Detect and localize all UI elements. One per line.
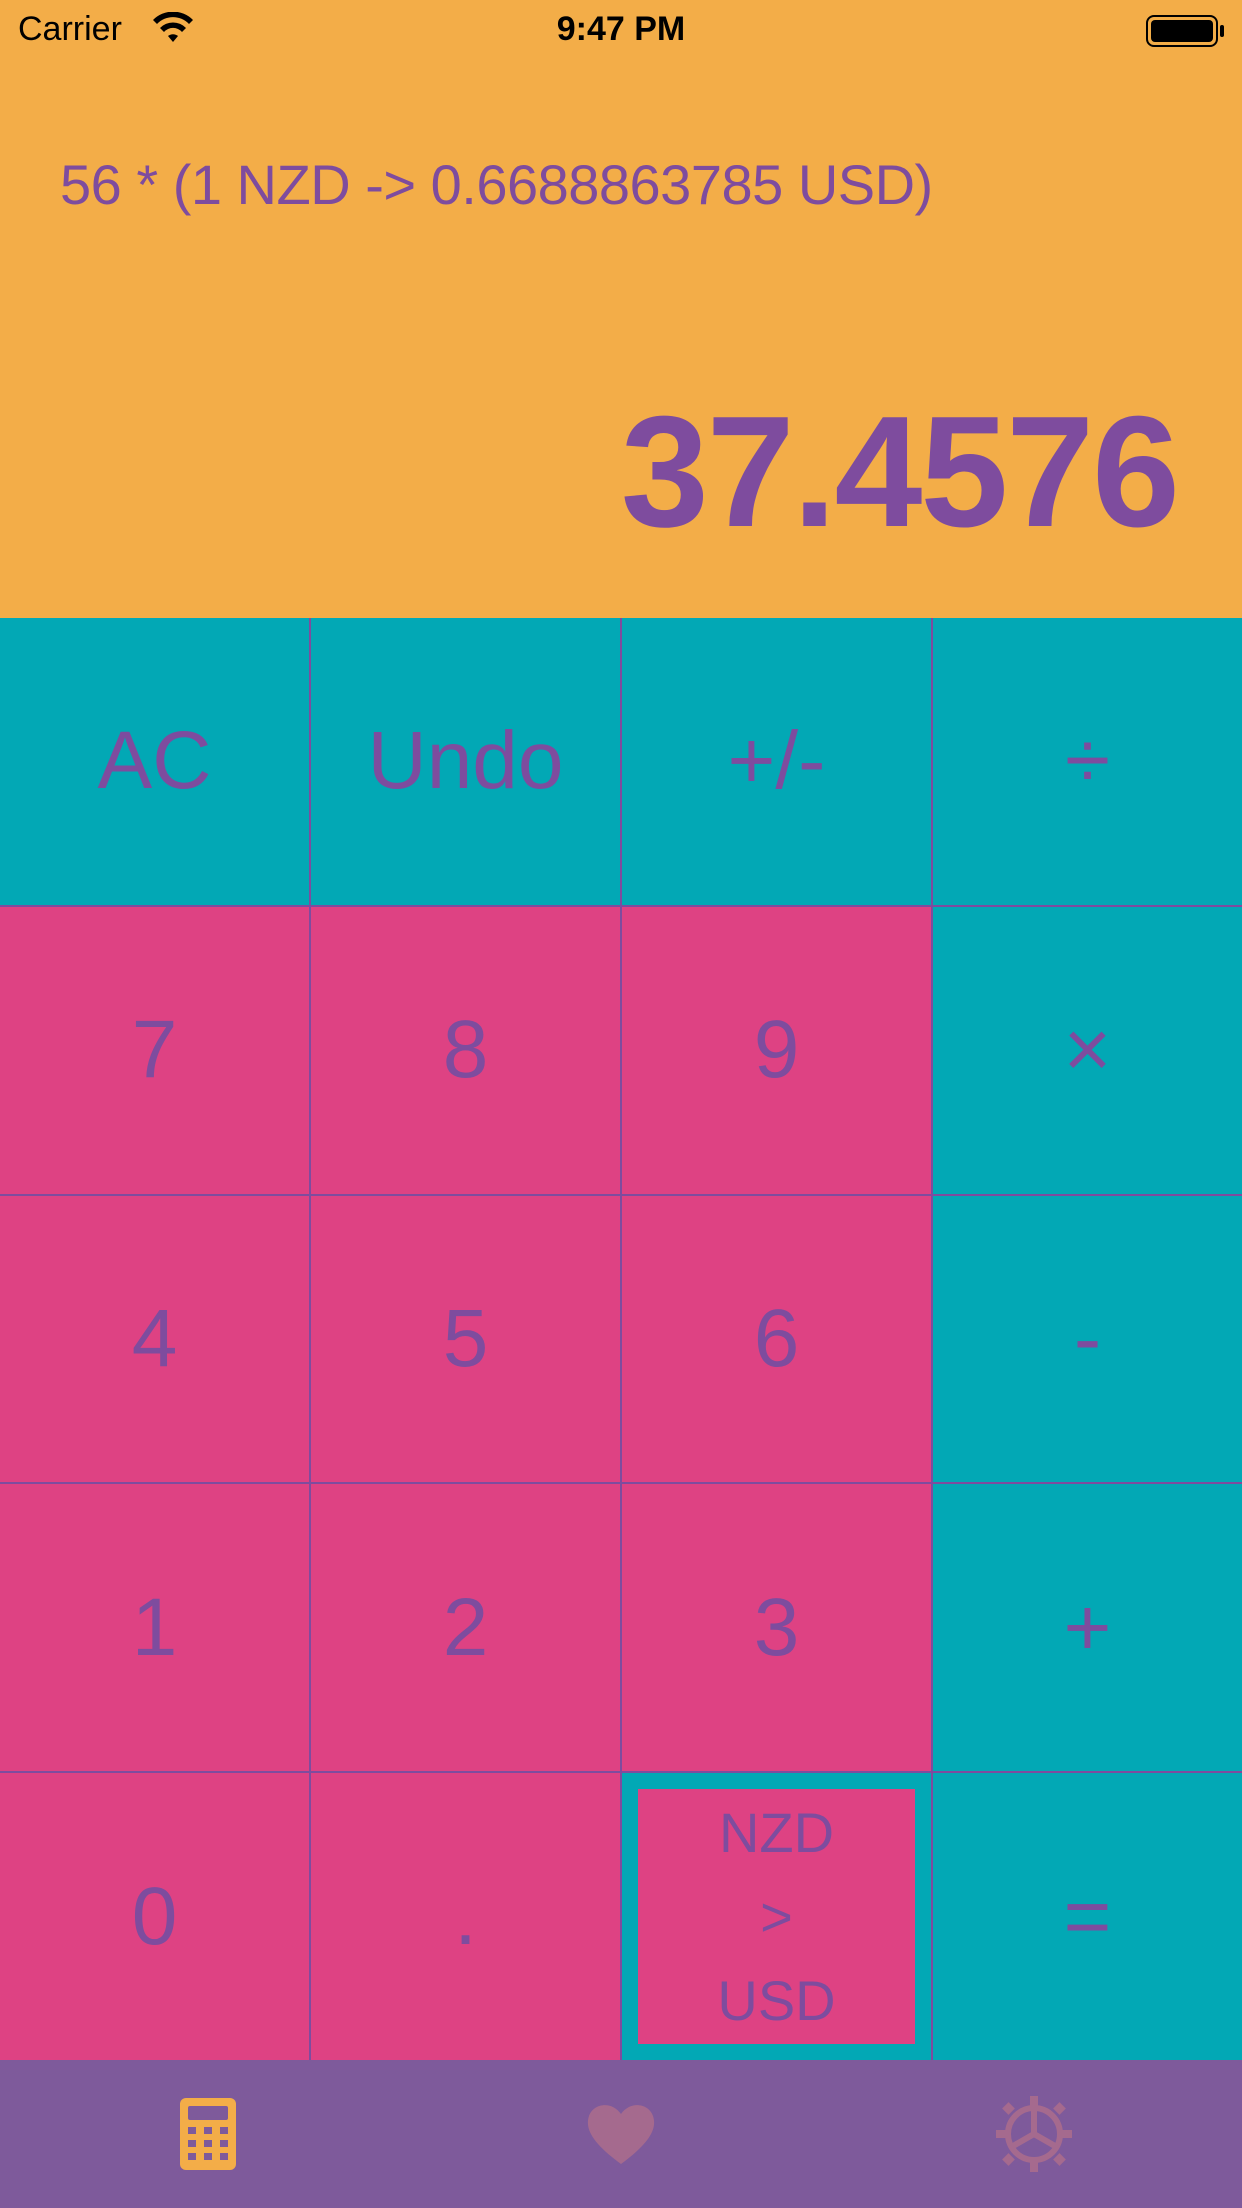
sign-toggle-button[interactable]: +/- — [622, 618, 931, 905]
plus-button[interactable]: + — [933, 1484, 1242, 1772]
digit-5-button[interactable]: 5 — [311, 1195, 620, 1483]
currency-convert-cell: NZD > USD — [622, 1773, 931, 2060]
tab-favorites[interactable] — [581, 2094, 661, 2174]
convert-from-label: NZD — [718, 1800, 835, 1864]
decimal-button[interactable]: . — [311, 1773, 620, 2060]
expression-text: 56 * (1 NZD -> 0.6688863785 USD) — [60, 153, 933, 216]
tab-bar — [0, 2060, 1242, 2208]
heart-icon — [587, 2105, 655, 2164]
digit-6-button[interactable]: 6 — [622, 1195, 931, 1483]
tab-calculator[interactable] — [168, 2094, 248, 2174]
status-time: 9:47 PM — [556, 10, 686, 48]
clear-button[interactable]: AC — [0, 618, 309, 905]
convert-to-label: USD — [717, 1968, 836, 2032]
digit-1-button[interactable]: 1 — [0, 1484, 309, 1772]
gear-icon — [996, 2096, 1072, 2172]
battery-icon — [1146, 15, 1224, 47]
calculator-icon — [180, 2098, 236, 2170]
digit-9-button[interactable]: 9 — [622, 906, 931, 1194]
keypad: AC Undo +/- ÷ 7 8 9 × 4 5 6 - 1 2 3 + 0 … — [0, 618, 1242, 2060]
divide-button[interactable]: ÷ — [933, 618, 1242, 905]
result-value: 37.4576 — [620, 384, 1180, 560]
digit-8-button[interactable]: 8 — [311, 906, 620, 1194]
calculator-display: 56 * (1 NZD -> 0.6688863785 USD) 37.4576 — [0, 60, 1242, 618]
status-bar: Carrier 9:47 PM — [0, 0, 1242, 60]
tab-settings[interactable] — [994, 2094, 1074, 2174]
convert-arrow-label: > — [760, 1884, 793, 1948]
digit-0-button[interactable]: 0 — [0, 1773, 309, 2060]
digit-7-button[interactable]: 7 — [0, 906, 309, 1194]
digit-3-button[interactable]: 3 — [622, 1484, 931, 1772]
digit-2-button[interactable]: 2 — [311, 1484, 620, 1772]
multiply-button[interactable]: × — [933, 906, 1242, 1194]
currency-convert-button[interactable]: NZD > USD — [638, 1789, 915, 2044]
undo-button[interactable]: Undo — [311, 618, 620, 905]
minus-button[interactable]: - — [933, 1195, 1242, 1483]
equals-button[interactable]: = — [933, 1773, 1242, 2060]
digit-4-button[interactable]: 4 — [0, 1195, 309, 1483]
